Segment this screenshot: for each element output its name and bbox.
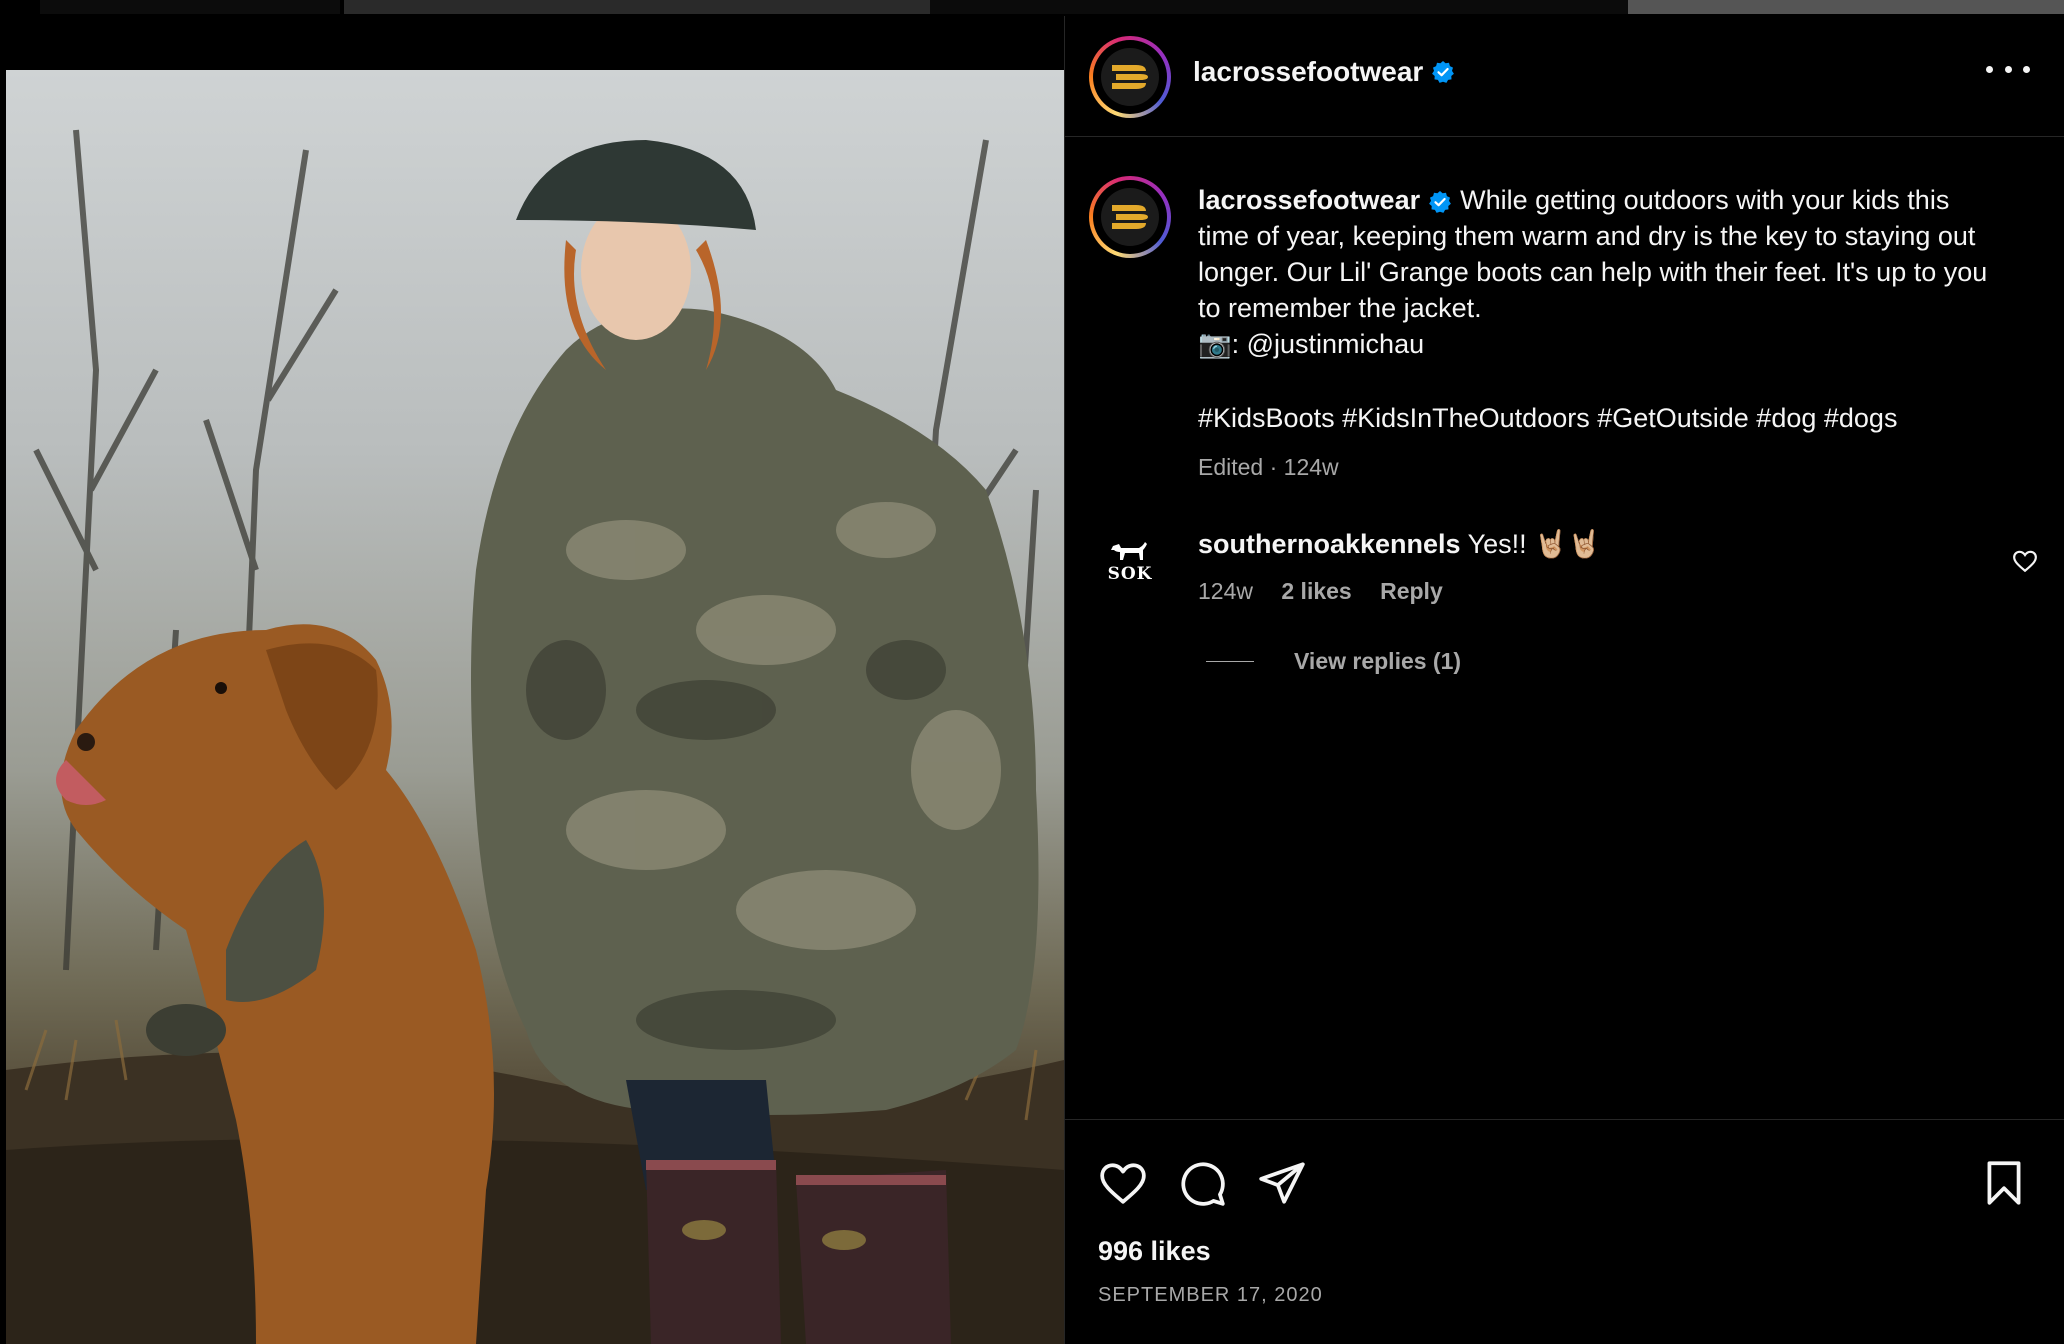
comment-heart-icon[interactable] — [2012, 548, 2038, 574]
post-header: lacrossefootwear — [1065, 16, 2064, 137]
caption-avatar[interactable] — [1089, 176, 1171, 258]
account-avatar[interactable] — [1089, 36, 1171, 118]
caption-username[interactable]: lacrossefootwear — [1198, 185, 1420, 215]
commenter-avatar-text: SOK — [1107, 564, 1153, 584]
post-details-panel: lacrossefootwear lacrossefootwear While … — [1064, 16, 2064, 1344]
comment-body: Yes!! 🤘🏼🤘🏼 — [1467, 529, 1602, 559]
commenter-avatar[interactable]: SOK — [1098, 530, 1162, 594]
caption-hashtags[interactable]: #KidsBoots #KidsInTheOutdoors #GetOutsid… — [1198, 400, 2018, 436]
background-feed-strip — [0, 0, 2064, 14]
post-date: SEPTEMBER 17, 2020 — [1098, 1284, 1323, 1306]
post-image[interactable] — [6, 70, 1064, 1344]
view-replies-label: View replies (1) — [1294, 648, 1462, 674]
comment-text: southernoakkennels Yes!! 🤘🏼🤘🏼 — [1198, 528, 1601, 560]
header-username[interactable]: lacrossefootwear — [1193, 56, 1423, 88]
more-options-button[interactable] — [1986, 54, 2030, 84]
verified-badge-icon — [1429, 190, 1451, 213]
likes-count[interactable]: 996 likes — [1098, 1236, 1211, 1267]
replies-divider — [1206, 661, 1254, 662]
post-actions: 996 likes SEPTEMBER 17, 2020 — [1065, 1119, 2064, 1344]
comment-likes[interactable]: 2 likes — [1281, 578, 1351, 604]
comment-meta: 124w 2 likes Reply — [1198, 578, 1465, 605]
caption-meta: Edited · 124w — [1198, 454, 1339, 480]
paper-plane-icon[interactable] — [1257, 1158, 1307, 1208]
reply-button[interactable]: Reply — [1380, 578, 1443, 604]
photo-credit[interactable]: 📷: @justinmichau — [1198, 329, 1424, 359]
lacrosse-logo-icon — [1101, 188, 1159, 246]
comment-icon[interactable] — [1177, 1158, 1227, 1208]
ellipsis-icon — [1986, 65, 1993, 73]
caption-text: lacrossefootwear While getting outdoors … — [1198, 182, 1988, 362]
bookmark-icon[interactable] — [1979, 1158, 2029, 1208]
dog-silhouette-icon — [1111, 542, 1147, 560]
comment-item: SOK southernoakkennels Yes!! 🤘🏼🤘🏼 124w 2… — [1065, 506, 2064, 674]
view-replies-button[interactable]: View replies (1) — [1206, 648, 1461, 675]
lacrosse-logo-icon — [1101, 48, 1159, 106]
post-photo-illustration — [6, 129, 1064, 1344]
comment-time[interactable]: 124w — [1198, 578, 1253, 604]
heart-icon[interactable] — [1098, 1158, 1148, 1208]
commenter-username[interactable]: southernoakkennels — [1198, 529, 1461, 559]
verified-badge-icon — [1432, 61, 1455, 83]
